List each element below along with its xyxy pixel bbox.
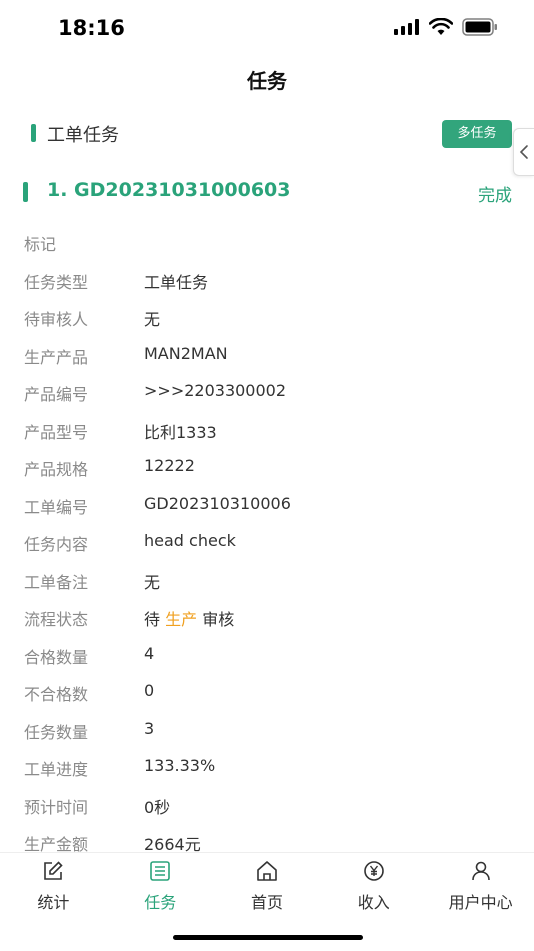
home-indicator[interactable] <box>173 935 363 940</box>
detail-row: 产品编号 >>>2203300002 <box>0 372 534 410</box>
task-title: 1. GD2023103100​0603 <box>47 179 291 201</box>
detail-value: MAN2MAN <box>144 343 228 363</box>
detail-value: 0秒 <box>144 797 171 817</box>
side-drawer-toggle[interactable] <box>513 128 534 176</box>
tab-label: 用户中心 <box>448 893 513 912</box>
detail-value: GD202310310006 <box>144 493 291 513</box>
detail-row: 生产产品 MAN2MAN <box>0 335 534 373</box>
task-status: 完成 <box>478 186 512 206</box>
task-list-icon <box>150 861 170 881</box>
user-icon <box>471 861 490 881</box>
detail-row: 工单备注 无 <box>0 560 534 598</box>
detail-label: 产品型号 <box>24 422 89 442</box>
detail-row: 不合格数 0 <box>0 672 534 710</box>
detail-label: 待审核人 <box>24 310 89 329</box>
detail-label: 流程状态 <box>24 610 89 629</box>
detail-row: 产品型号 比利1333 <box>0 410 534 448</box>
page-title: 任务 <box>247 69 287 93</box>
detail-label: 工单备注 <box>24 572 89 592</box>
yuan-icon <box>363 861 384 881</box>
detail-label: 生产产品 <box>24 347 89 367</box>
detail-row: 工单进度 133.33% <box>0 747 534 785</box>
section-accent-bar <box>31 124 36 142</box>
edit-icon <box>44 861 64 880</box>
detail-label: 合格数量 <box>24 647 89 667</box>
status-bar: 18:16 <box>0 0 534 56</box>
tab-label: 收入 <box>357 893 390 912</box>
detail-value: 比利1333 <box>144 422 217 442</box>
status-icons <box>394 18 498 36</box>
detail-value: 工单任务 <box>144 272 209 292</box>
detail-value: 3 <box>144 718 155 738</box>
process-status-value: 待 生产 审核 <box>144 606 234 630</box>
detail-label: 工单进度 <box>24 760 89 779</box>
detail-value: 无 <box>144 572 161 592</box>
detail-row: 预计时间 0秒 <box>0 785 534 823</box>
detail-label: 任务类型 <box>24 272 89 292</box>
section-header: 工单任务 多任务 <box>0 118 534 150</box>
detail-row: 流程状态 待 生产 审核 <box>0 597 534 635</box>
home-icon <box>257 861 277 881</box>
tab-home[interactable]: 首页 <box>214 853 321 913</box>
detail-label: 任务数量 <box>24 722 89 742</box>
tab-tasks[interactable]: 任务 <box>107 853 214 913</box>
multi-task-button[interactable]: 多任务 <box>442 120 512 148</box>
detail-label: 不合格数 <box>24 685 89 704</box>
task-header: 1. GD2023103100​0603 完成 <box>0 178 534 208</box>
detail-value: 0 <box>144 681 155 700</box>
tab-label: 首页 <box>250 893 283 912</box>
status-highlight: 生产 <box>165 610 198 629</box>
detail-value: 4 <box>144 643 155 663</box>
status-time: 18:16 <box>58 16 125 40</box>
detail-row: 合格数量 4 <box>0 635 534 673</box>
status-suffix: 审核 <box>202 610 235 629</box>
section-title: 工单任务 <box>47 125 119 146</box>
detail-row: 任务内容 head check <box>0 522 534 560</box>
tab-user-center[interactable]: 用户中心 <box>427 853 534 913</box>
detail-label: 标记 <box>24 235 57 254</box>
tab-statistics[interactable]: 统计 <box>0 853 107 913</box>
detail-label: 产品规格 <box>24 460 89 479</box>
task-accent-bar <box>23 182 28 202</box>
detail-label: 工单编号 <box>24 497 89 517</box>
detail-value: >>>2203300002 <box>144 381 287 400</box>
detail-value: 133.33% <box>144 756 216 775</box>
wifi-icon <box>429 18 453 35</box>
status-prefix: 待 <box>144 610 161 629</box>
battery-icon <box>462 18 497 36</box>
chevron-left-icon <box>519 145 528 159</box>
tab-income[interactable]: 收入 <box>320 853 427 913</box>
detail-value: head check <box>144 531 236 550</box>
detail-row: 任务数量 3 <box>0 710 534 748</box>
detail-value: 12222 <box>144 456 195 475</box>
detail-value: 无 <box>144 310 161 329</box>
detail-row: 标记 <box>0 222 534 260</box>
detail-label: 预计时间 <box>24 797 89 817</box>
detail-row: 工单编号 GD202310310006 <box>0 485 534 523</box>
detail-row: 任务类型 工单任务 <box>0 260 534 298</box>
detail-label: 产品编号 <box>24 385 89 404</box>
signal-icon <box>394 19 419 35</box>
detail-label: 任务内容 <box>24 535 89 554</box>
detail-row: 产品规格 12222 <box>0 447 534 485</box>
task-details: 标记 任务类型 工单任务 待审核人无 生产产品 MAN2MAN 产品编号 >>>220… <box>0 222 534 860</box>
detail-row: 待审核人 无 <box>0 297 534 335</box>
tab-label: 任务 <box>144 893 177 912</box>
tab-label: 统计 <box>37 893 70 912</box>
